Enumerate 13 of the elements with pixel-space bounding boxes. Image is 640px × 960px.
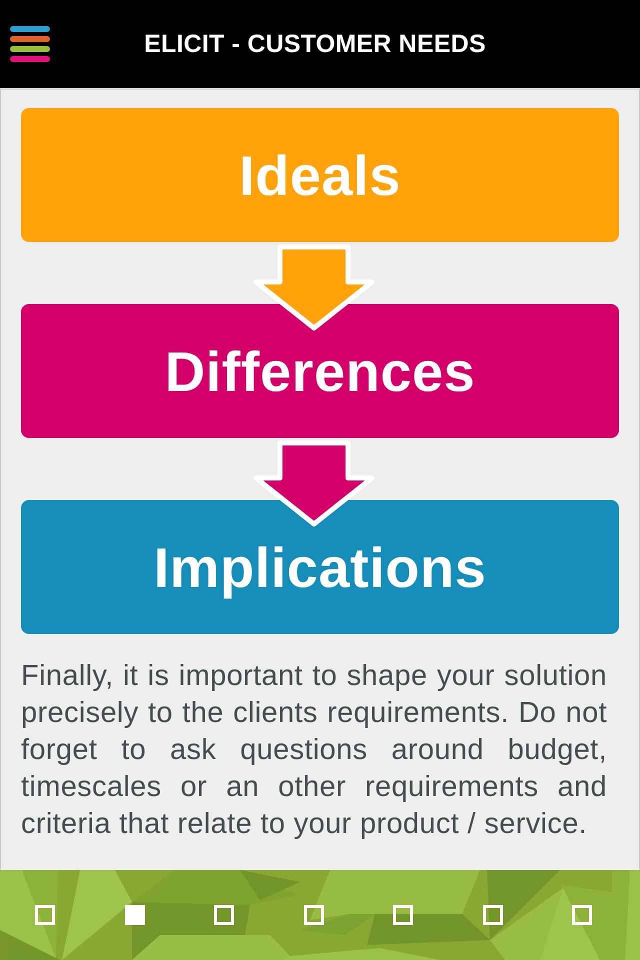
step-title: Differences xyxy=(164,338,476,404)
page-indicator[interactable] xyxy=(393,905,413,925)
step-title: Implications xyxy=(154,534,486,600)
body-paragraph: Finally, it is important to shape your solution precisely to the clients requirements. Do not forget to ask questions around budget, timescales or an other requirements and criteria that relate to your product / service. xyxy=(21,659,608,842)
page-indicator[interactable] xyxy=(35,905,55,925)
page-title: ELICIT - CUSTOMER NEEDS xyxy=(144,30,486,58)
page-indicator[interactable] xyxy=(214,905,234,925)
menu-icon[interactable] xyxy=(8,24,52,64)
page-indicator[interactable] xyxy=(482,905,502,925)
page-indicator[interactable] xyxy=(572,905,592,925)
page-indicator[interactable] xyxy=(304,905,324,925)
step-title: Ideals xyxy=(239,142,401,208)
page-indicator[interactable] xyxy=(124,905,144,925)
